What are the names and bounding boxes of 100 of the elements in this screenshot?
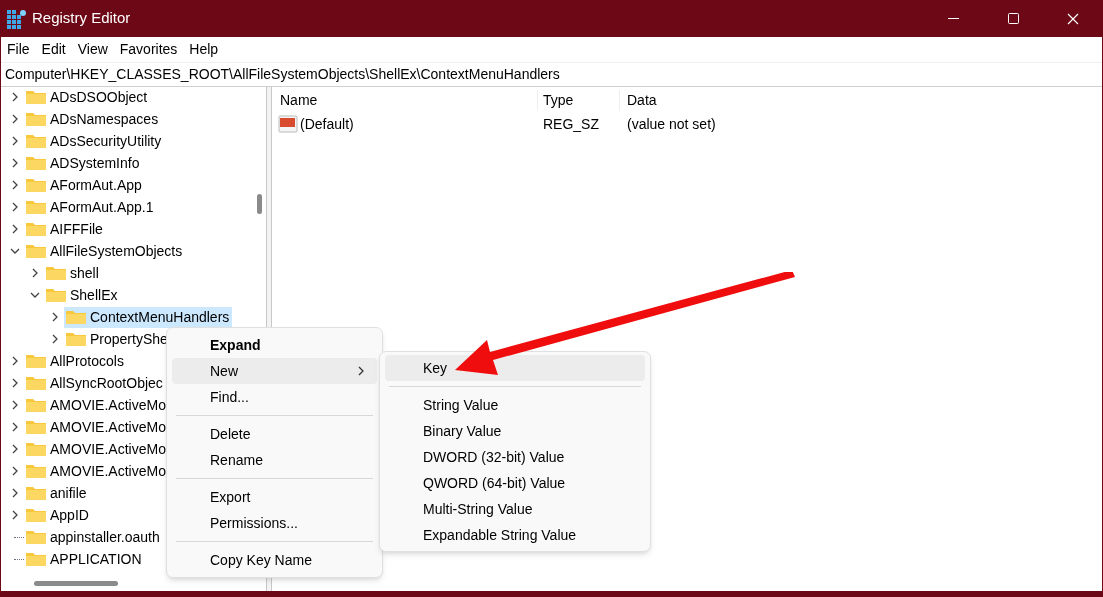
folder-icon xyxy=(25,485,47,501)
folder-icon xyxy=(65,309,87,325)
tree-item[interactable]: AMOVIE.ActiveMo xyxy=(24,416,169,438)
folder-icon xyxy=(25,353,47,369)
folder-icon xyxy=(25,397,47,413)
tree-line xyxy=(14,558,24,560)
menu-item[interactable]: Delete xyxy=(172,421,377,447)
menu-item[interactable]: QWORD (64-bit) Value xyxy=(385,470,645,496)
folder-icon xyxy=(25,133,47,149)
menu-item[interactable]: Expand xyxy=(172,332,377,358)
tree-item[interactable]: ShellEx xyxy=(44,284,121,306)
menu-item[interactable]: Permissions... xyxy=(172,510,377,536)
chevron-right-icon[interactable] xyxy=(10,158,20,168)
column-header[interactable]: Type xyxy=(538,89,620,111)
column-header[interactable]: Data xyxy=(620,89,657,111)
menu-item[interactable]: Export xyxy=(172,484,377,510)
menu-item[interactable]: Find... xyxy=(172,384,377,410)
chevron-right-icon[interactable] xyxy=(10,114,20,124)
folder-icon xyxy=(25,177,47,193)
scrollbar-thumb[interactable] xyxy=(34,581,118,586)
menu-item[interactable]: Expandable String Value xyxy=(385,522,645,548)
tree-item[interactable]: AFormAut.App xyxy=(24,174,145,196)
chevron-right-icon[interactable] xyxy=(10,180,20,190)
address-bar[interactable]: Computer\HKEY_CLASSES_ROOT\AllFileSystemObjects\ShellEx\ContextMenuHandlers xyxy=(1,62,1102,87)
value-name: (Default) xyxy=(300,114,354,134)
tree-item[interactable]: PropertyShe xyxy=(64,328,171,350)
menu-item[interactable]: New xyxy=(172,358,377,384)
folder-icon xyxy=(25,155,47,171)
tree-item[interactable]: ADsDSOObject xyxy=(24,86,151,108)
menu-bar-item[interactable]: View xyxy=(71,39,114,60)
menu-bar-item[interactable]: Favorites xyxy=(113,39,184,60)
chevron-right-icon[interactable] xyxy=(50,312,60,322)
close-icon xyxy=(1067,12,1079,25)
tree-item[interactable]: AFormAut.App.1 xyxy=(24,196,157,218)
tree-item[interactable]: APPLICATION xyxy=(24,548,145,570)
chevron-down-icon[interactable] xyxy=(10,246,20,256)
tree-item[interactable]: AllProtocols xyxy=(24,350,127,372)
folder-icon xyxy=(45,287,67,303)
menu-item[interactable]: Binary Value xyxy=(385,418,645,444)
chevron-right-icon[interactable] xyxy=(10,510,20,520)
tree-item[interactable]: anifile xyxy=(24,482,90,504)
chevron-right-icon[interactable] xyxy=(10,400,20,410)
chevron-right-icon[interactable] xyxy=(10,224,20,234)
scrollbar-thumb[interactable] xyxy=(257,194,262,214)
string-value-icon xyxy=(278,115,298,133)
menu-bar-item[interactable]: Edit xyxy=(35,39,72,60)
folder-icon xyxy=(25,441,47,457)
tree-item[interactable]: ContextMenuHandlers xyxy=(64,306,233,328)
chevron-right-icon[interactable] xyxy=(50,334,60,344)
window-title: Registry Editor xyxy=(32,8,131,29)
tree-item[interactable]: AllFileSystemObjects xyxy=(24,240,186,262)
maximize-icon xyxy=(1007,13,1019,24)
folder-icon xyxy=(25,111,47,127)
tree-item[interactable]: appinstaller.oauth xyxy=(24,526,163,548)
tree-item[interactable]: ADsSecurityUtility xyxy=(24,130,165,152)
folder-icon xyxy=(25,419,47,435)
chevron-down-icon[interactable] xyxy=(30,290,40,300)
minimize-icon xyxy=(947,17,959,20)
tree-item[interactable]: AIFFFile xyxy=(24,218,106,240)
folder-icon xyxy=(25,199,47,215)
folder-icon xyxy=(25,221,47,237)
value-type: REG_SZ xyxy=(542,114,600,134)
menu-item[interactable]: Rename xyxy=(172,447,377,473)
tree-item[interactable]: AMOVIE.ActiveMo xyxy=(24,460,169,482)
chevron-right-icon[interactable] xyxy=(30,268,40,278)
chevron-right-icon[interactable] xyxy=(10,444,20,454)
tree-item[interactable]: shell xyxy=(44,262,102,284)
folder-icon xyxy=(25,375,47,391)
tree-item[interactable]: AllSyncRootObjec xyxy=(24,372,166,394)
chevron-right-icon[interactable] xyxy=(10,422,20,432)
menu-item[interactable]: Key xyxy=(385,355,645,381)
chevron-right-icon xyxy=(357,366,365,376)
menu-bar-item[interactable]: File xyxy=(1,39,36,60)
chevron-right-icon[interactable] xyxy=(10,92,20,102)
tree-line xyxy=(14,536,24,538)
folder-icon xyxy=(25,463,47,479)
folder-icon xyxy=(25,551,47,567)
folder-icon xyxy=(25,243,47,259)
chevron-right-icon[interactable] xyxy=(10,488,20,498)
tree-item[interactable]: AMOVIE.ActiveMo xyxy=(24,438,169,460)
tree-item[interactable]: AppID xyxy=(24,504,92,526)
folder-icon xyxy=(65,331,87,347)
chevron-right-icon[interactable] xyxy=(10,136,20,146)
menu-item[interactable]: Multi-String Value xyxy=(385,496,645,522)
tree-item[interactable]: AMOVIE.ActiveMo xyxy=(24,394,169,416)
chevron-right-icon[interactable] xyxy=(10,356,20,366)
chevron-right-icon[interactable] xyxy=(10,466,20,476)
menu-item[interactable]: String Value xyxy=(385,392,645,418)
menu-item[interactable]: Copy Key Name xyxy=(172,547,377,573)
menu-item[interactable]: DWORD (32-bit) Value xyxy=(385,444,645,470)
folder-icon xyxy=(45,265,67,281)
tree-item[interactable]: ADsNamespaces xyxy=(24,108,162,130)
chevron-right-icon[interactable] xyxy=(10,378,20,388)
menu-bar-item[interactable]: Help xyxy=(183,39,225,60)
chevron-right-icon[interactable] xyxy=(10,202,20,212)
tree-item[interactable]: ADSystemInfo xyxy=(24,152,143,174)
column-header[interactable]: Name xyxy=(272,89,538,111)
registry-app-icon xyxy=(7,8,27,29)
value-data: (value not set) xyxy=(626,114,716,134)
folder-icon xyxy=(25,529,47,545)
